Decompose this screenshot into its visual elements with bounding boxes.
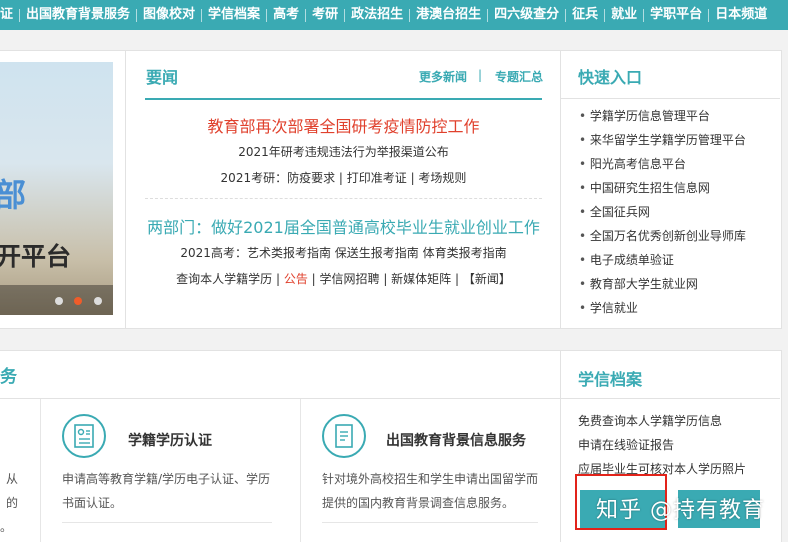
top-nav-item[interactable]: 出国教育背景服务 xyxy=(19,0,136,30)
top-nav-label[interactable]: 港澳台招生 xyxy=(410,0,487,30)
top-nav-item[interactable]: 学职平台 xyxy=(643,0,708,30)
degree-certificate-icon xyxy=(62,414,106,458)
top-nav-label[interactable]: 征兵 xyxy=(566,0,604,30)
top-nav-item[interactable]: 政法招生 xyxy=(344,0,409,30)
topic-summary-link[interactable]: 专题汇总 xyxy=(495,68,543,85)
card2-bottom-line xyxy=(322,522,538,523)
archive-link[interactable]: 申请在线验证报告 xyxy=(578,434,746,458)
news-divider: | xyxy=(478,68,483,82)
degree-verification-desc: 申请高等教育学籍/学历电子认证、学历 书面认证。 xyxy=(62,472,271,510)
news-panel xyxy=(125,50,561,329)
top-nav-item[interactable]: 征兵 xyxy=(565,0,604,30)
top-nav-item[interactable]: 就业 xyxy=(604,0,643,30)
archive-list: 免费查询本人学籍学历信息 申请在线验证报告 应届毕业生可核对本人学历照片 xyxy=(578,410,746,482)
news-sub-links-3[interactable]: 2021高考：艺术类报考指南 保送生报考指南 体育类报考指南 xyxy=(145,244,542,261)
quick-entry-link[interactable]: 来华留学生学籍学历管理平台 xyxy=(579,130,746,154)
top-nav-item[interactable]: 学信档案 xyxy=(201,0,266,30)
top-nav-item[interactable]: 证 xyxy=(0,0,19,30)
quick-entry-link[interactable]: 全国万名优秀创新创业导师库 xyxy=(579,226,746,250)
quick-entry-title: 快速入口 xyxy=(578,68,643,87)
services-section-title: 务 xyxy=(0,367,17,387)
news-section-title: 要闻 xyxy=(146,68,179,87)
carousel-dot-3[interactable] xyxy=(94,297,102,305)
headline-link-2[interactable]: 两部门：做好2021届全国普通高校毕业生就业创业工作 xyxy=(145,214,542,238)
quick-entry-link[interactable]: 全国征兵网 xyxy=(579,202,746,226)
archive-section-title: 学信档案 xyxy=(578,370,643,389)
top-navigation-bar: 证出国教育背景服务 图像校对 学信档案 高考 考研 政法招生 港澳台招生 四六级查分 征兵 就业学… xyxy=(0,0,788,30)
service-card-separator-2 xyxy=(300,399,301,542)
quick-entry-list: 学籍学历信息管理平台来华留学生学籍学历管理平台阳光高考信息平台中国研究生招生信息… xyxy=(579,106,746,322)
top-nav-label[interactable]: 出国教育背景服务 xyxy=(20,0,136,30)
background-service-title[interactable]: 出国教育背景信息服务 xyxy=(386,430,526,450)
top-nav-label[interactable]: 四六级查分 xyxy=(488,0,565,30)
banner-text-platform: 开平台 xyxy=(0,242,72,271)
carousel-indicator-bar xyxy=(0,285,113,315)
banner-text-large: 部 xyxy=(0,176,27,214)
quick-entry-link[interactable]: 阳光高考信息平台 xyxy=(579,154,746,178)
top-nav-item[interactable]: 日本频道 xyxy=(708,0,773,30)
top-nav-item[interactable]: 四六级查分 xyxy=(487,0,565,30)
left-card-desc: 从的 。 xyxy=(0,472,18,534)
news-title-underline xyxy=(145,98,542,100)
top-nav-label[interactable]: 就业 xyxy=(605,0,643,30)
degree-verification-title[interactable]: 学籍学历认证 xyxy=(128,430,212,450)
document-icon xyxy=(322,414,366,458)
news-sub-link-1[interactable]: 2021年研考违规违法行为举报渠道公布 xyxy=(145,143,542,160)
top-nav-item[interactable]: 考研 xyxy=(305,0,344,30)
news-sub-links-4: 查询本人学籍学历 | 公告 | 学信网招聘 | 新媒体矩阵 | 【新闻】 xyxy=(145,270,542,287)
watermark-text: 知乎 @持有教育 xyxy=(596,498,765,523)
top-nav-label[interactable]: 高考 xyxy=(267,0,305,30)
service-card-separator-1 xyxy=(40,399,41,542)
top-nav-label[interactable]: 日本频道 xyxy=(709,0,773,30)
news-dashed-divider xyxy=(145,198,542,199)
quick-entry-link[interactable]: 电子成绩单验证 xyxy=(579,250,746,274)
announcement-link[interactable]: 公告 xyxy=(284,272,308,286)
top-nav-label[interactable]: 政法招生 xyxy=(345,0,409,30)
banner-carousel[interactable]: 部 开平台 xyxy=(0,62,113,315)
quick-entry-divider xyxy=(560,98,780,99)
top-nav-label[interactable]: 学信档案 xyxy=(202,0,266,30)
archive-link[interactable]: 免费查询本人学籍学历信息 xyxy=(578,410,746,434)
top-nav-list: 证出国教育背景服务 图像校对 学信档案 高考 考研 政法招生 港澳台招生 四六级查分 征兵 就业学… xyxy=(0,0,788,30)
services-header-divider xyxy=(0,398,561,399)
quick-entry-link[interactable]: 中国研究生招生信息网 xyxy=(579,178,746,202)
quick-entry-link[interactable]: 教育部大学生就业网 xyxy=(579,274,746,298)
top-nav-item[interactable]: 图像校对 xyxy=(136,0,201,30)
top-nav-label[interactable]: 考研 xyxy=(306,0,344,30)
carousel-dot-1[interactable] xyxy=(55,297,63,305)
background-service-desc: 针对境外高校招生和学生申请出国留学而 提供的国内教育背景调查信息服务。 xyxy=(322,472,539,510)
news-sub-links-2[interactable]: 2021考研：防疫要求 | 打印准考证 | 考场规则 xyxy=(145,169,542,186)
more-news-link[interactable]: 更多新闻 xyxy=(419,68,467,85)
top-nav-label[interactable]: 学职平台 xyxy=(644,0,708,30)
quick-entry-link[interactable]: 学籍学历信息管理平台 xyxy=(579,106,746,130)
carousel-dot-2-active[interactable] xyxy=(74,297,82,305)
top-nav-label[interactable]: 证 xyxy=(0,0,19,30)
top-nav-label[interactable]: 图像校对 xyxy=(137,0,201,30)
quick-entry-link[interactable]: 学信就业 xyxy=(579,298,746,322)
top-nav-item[interactable]: 高考 xyxy=(266,0,305,30)
top-nav-item[interactable]: 港澳台招生 xyxy=(409,0,487,30)
other-links[interactable]: | 学信网招聘 | 新媒体矩阵 | 【新闻】 xyxy=(308,272,511,286)
card1-bottom-line xyxy=(62,522,272,523)
headline-link-1[interactable]: 教育部再次部署全国研考疫情防控工作 xyxy=(145,113,542,137)
archive-divider xyxy=(560,398,780,399)
query-degree-link[interactable]: 查询本人学籍学历 | xyxy=(176,272,284,286)
